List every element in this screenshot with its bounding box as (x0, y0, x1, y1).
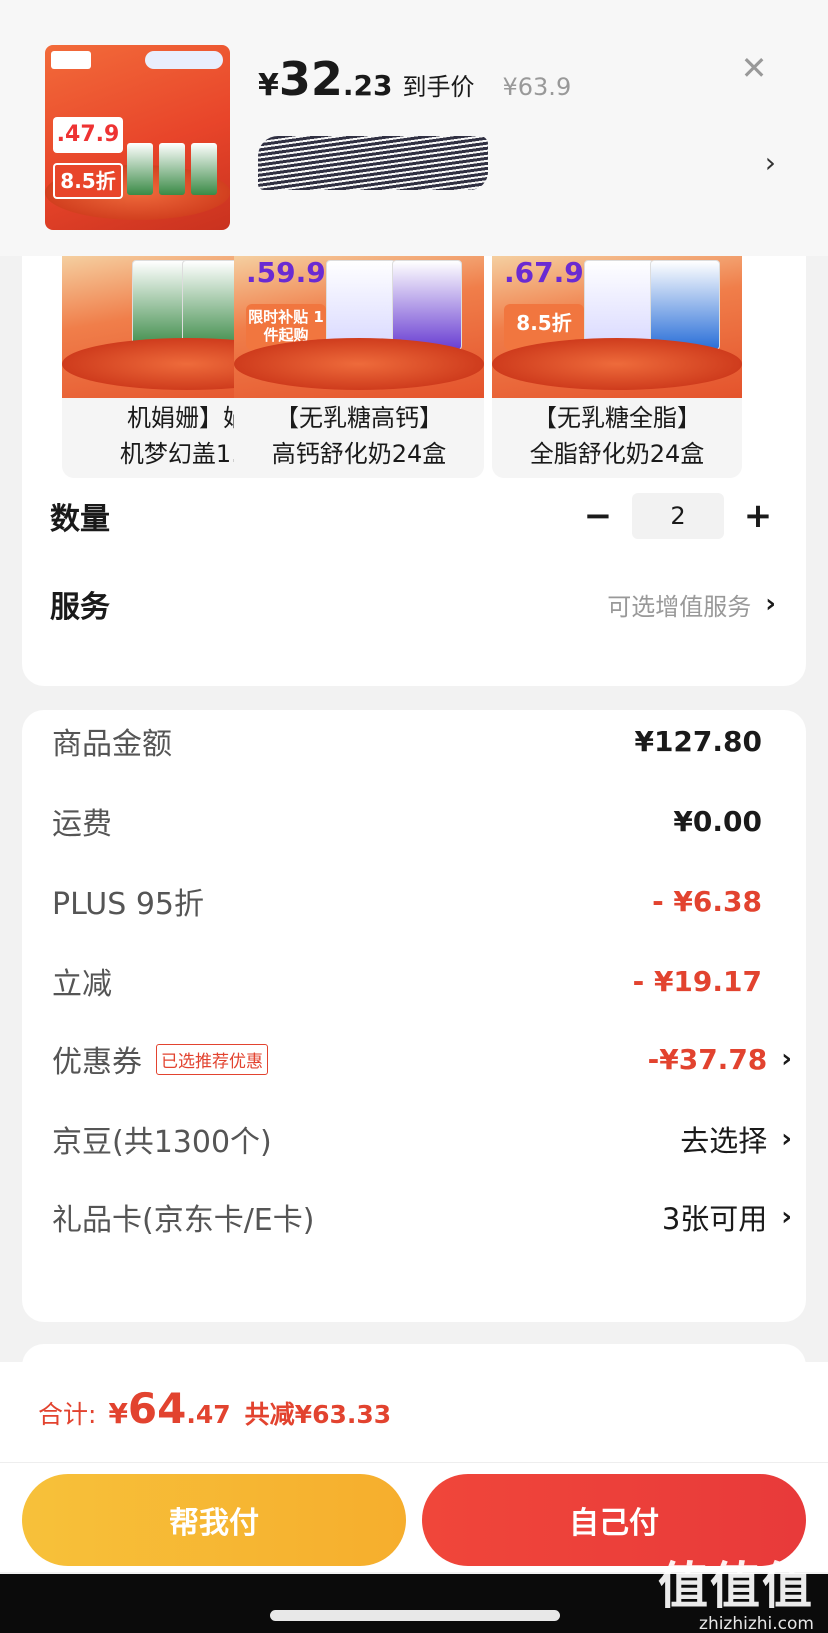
brand-badge (51, 51, 91, 69)
product-variant-image: .67.9 8.5折 (492, 256, 742, 398)
price-currency: ¥ (258, 68, 279, 103)
final-price-label: 到手价 (402, 73, 475, 101)
milk-boxes-image (127, 125, 219, 195)
watermark-logo: 值值值 (658, 1557, 814, 1615)
coupon-value: -¥37.78 › (647, 1042, 792, 1076)
promo-badge (145, 51, 223, 69)
jingdou-row[interactable]: 京豆(共1300个) 去选择 › (52, 1114, 792, 1164)
service-value: 可选增值服务 › (607, 589, 776, 621)
chevron-right-icon[interactable]: › (765, 146, 776, 179)
giftcard-label: 礼品卡(京东卡/E卡) (52, 1203, 315, 1238)
quantity-input[interactable]: 2 (632, 493, 724, 539)
product-variant-name: 【无乳糖高钙】 高钙舒化奶24盒 (271, 404, 447, 468)
quantity-stepper: − 2 + (580, 486, 776, 546)
total-decimal: .47 (186, 1400, 231, 1429)
order-options-card: 机娟姗】娟 机梦幻盖1... .59.9 限时补贴 1件起购 【无乳糖高钙】 高… (22, 256, 806, 686)
price-row: ¥ 32 .23 到手价 ¥63.9 (258, 54, 571, 104)
goods-amount-value: ¥127.80 (634, 724, 762, 758)
shipping-row: 运费 ¥0.00 (52, 796, 792, 846)
product-variant-card[interactable]: .59.9 限时补贴 1件起购 【无乳糖高钙】 高钙舒化奶24盒 (234, 256, 484, 478)
product-header: .47.9 8.5折 ¥ 32 .23 到手价 ¥63.9 ✕ › (0, 0, 828, 256)
goods-amount-row: 商品金额 ¥127.80 (52, 716, 792, 766)
jingdou-label: 京豆(共1300个) (52, 1125, 272, 1160)
pay-myself-button[interactable]: 自己付 (422, 1474, 806, 1566)
total-integer: 64 (127, 1384, 187, 1433)
shipping-label: 运费 (52, 807, 112, 842)
price-integer: 32 (278, 52, 343, 106)
increase-button[interactable]: + (740, 496, 776, 536)
chevron-right-icon: › (781, 1202, 792, 1232)
plus-discount-value: - ¥6.38 (652, 884, 762, 918)
giftcard-value: 3张可用 › (661, 1202, 792, 1236)
total-label: 合计: (38, 1400, 97, 1429)
instant-discount-label: 立减 (52, 967, 112, 1002)
variant-price-tag: .59.9 (246, 256, 326, 289)
original-price: ¥63.9 (502, 73, 572, 101)
price-decimal: .23 (342, 69, 393, 102)
product-variant-card[interactable]: .67.9 8.5折 【无乳糖全脂】 全脂舒化奶24盒 (492, 256, 742, 478)
plus-discount-label: PLUS 95折 (52, 887, 205, 922)
goods-amount-label: 商品金额 (52, 727, 172, 762)
checkout-footer: 合计: ¥ 64 .47 共减¥63.33 帮我付 自己付 (0, 1362, 828, 1572)
quantity-label: 数量 (50, 502, 110, 537)
giftcard-row[interactable]: 礼品卡(京东卡/E卡) 3张可用 › (52, 1192, 792, 1242)
jingdou-value: 去选择 › (680, 1124, 792, 1158)
coupon-label: 优惠券 (52, 1045, 142, 1080)
decrease-button[interactable]: − (580, 496, 616, 536)
quantity-row: 数量 − 2 + (50, 486, 790, 546)
thumbnail-discount-tag: 8.5折 (53, 163, 123, 199)
product-variant-name: 【无乳糖全脂】 全脂舒化奶24盒 (529, 404, 705, 468)
instant-discount-value: - ¥19.17 (632, 964, 762, 998)
service-label: 服务 (50, 590, 110, 625)
shipping-value: ¥0.00 (673, 804, 762, 838)
redacted-product-name (258, 136, 488, 190)
watermark: 值值值 zhizhizhi.com (658, 1558, 814, 1633)
chevron-right-icon: › (781, 1124, 792, 1154)
variant-price-tag: .67.9 (504, 256, 584, 289)
total-row: 合计: ¥ 64 .47 共减¥63.33 (38, 1384, 391, 1440)
service-row[interactable]: 服务 可选增值服务 › (50, 574, 790, 634)
total-currency: ¥ (108, 1397, 128, 1430)
watermark-url: zhizhizhi.com (699, 1614, 814, 1633)
total-saved: 共减¥63.33 (244, 1400, 392, 1429)
product-thumbnail[interactable]: .47.9 8.5折 (45, 45, 230, 230)
help-me-pay-button[interactable]: 帮我付 (22, 1474, 406, 1566)
chevron-right-icon: › (781, 1044, 792, 1074)
coupon-row[interactable]: 优惠券 已选推荐优惠 -¥37.78 › (52, 1034, 792, 1084)
plus-discount-row: PLUS 95折 - ¥6.38 (52, 876, 792, 926)
chevron-right-icon: › (765, 589, 776, 619)
footer-divider (0, 1462, 828, 1463)
close-icon[interactable]: ✕ (736, 50, 772, 86)
instant-discount-row: 立减 - ¥19.17 (52, 956, 792, 1006)
coupon-recommended-badge: 已选推荐优惠 (156, 1043, 268, 1075)
price-breakdown-card: 商品金额 ¥127.80 运费 ¥0.00 PLUS 95折 - ¥6.38 立… (22, 710, 806, 1322)
product-variant-image: .59.9 限时补贴 1件起购 (234, 256, 484, 398)
thumbnail-price-tag: .47.9 (53, 117, 123, 153)
home-indicator[interactable] (270, 1610, 560, 1621)
